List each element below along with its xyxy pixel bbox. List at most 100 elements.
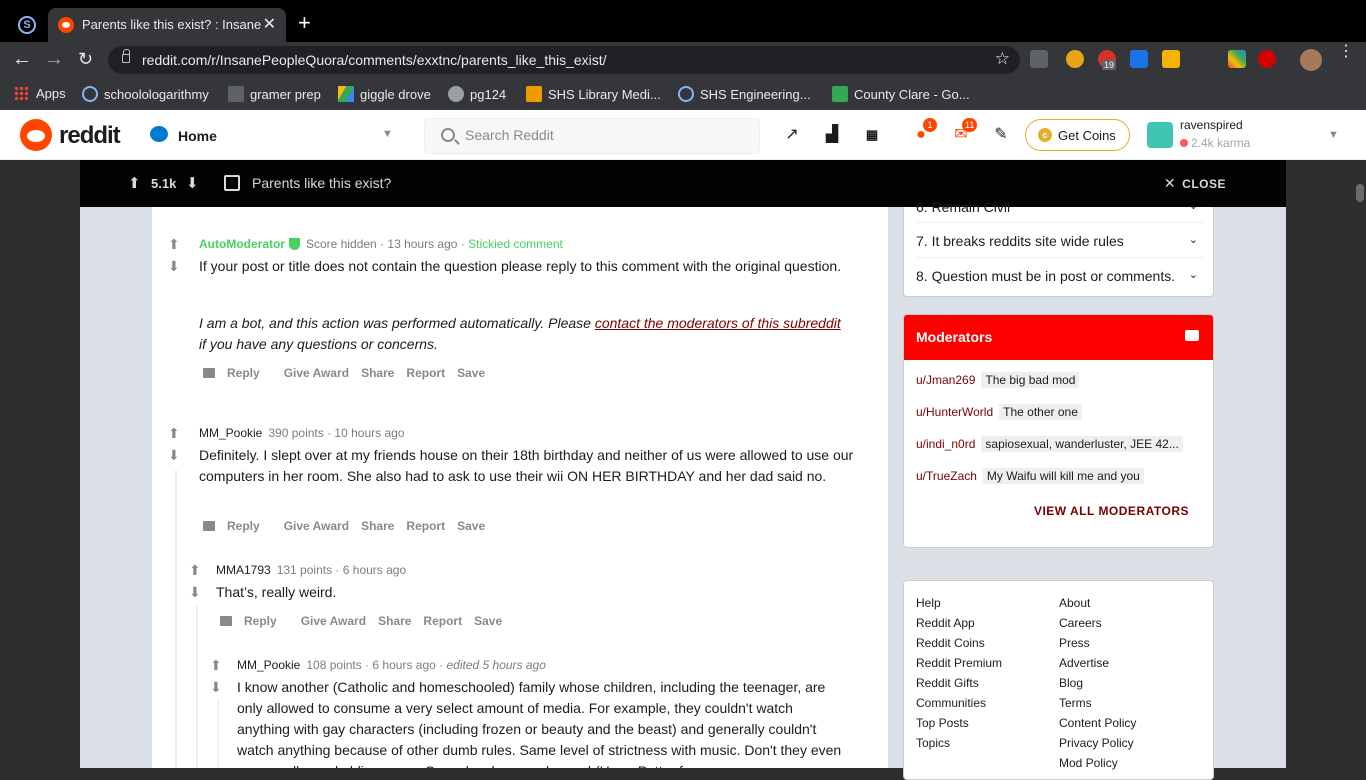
extension-icon[interactable] [1258, 50, 1276, 68]
upvote-arrow-icon[interactable]: ⬆ [168, 237, 180, 251]
rule-item[interactable]: 6. Remain Civil ⌄ [916, 199, 1204, 213]
username[interactable]: ravenspired [1180, 118, 1243, 132]
rule-item[interactable]: 7. It breaks reddits site wide rules ⌄ [916, 233, 1204, 249]
comment-author[interactable]: AutoModerator [199, 237, 285, 251]
bookmark-item[interactable]: County Clare - Go... [832, 86, 970, 102]
downvote-arrow-icon[interactable]: ⬇ [168, 259, 180, 273]
moderator-username[interactable]: u/indi_n0rd [916, 437, 975, 451]
footer-link[interactable]: Communities [916, 696, 986, 710]
reply-button[interactable]: Reply [203, 519, 272, 533]
bookmark-item[interactable]: giggle drove [338, 86, 431, 102]
upvote-arrow-icon[interactable]: ⬆ [168, 426, 180, 440]
bookmark-item[interactable]: SHS Engineering... [678, 86, 811, 102]
extension-icon[interactable] [1162, 50, 1180, 68]
footer-link[interactable]: Top Posts [916, 716, 969, 730]
reply-button[interactable]: Reply [203, 366, 272, 380]
profile-avatar-icon[interactable] [1300, 49, 1322, 71]
user-avatar[interactable] [1147, 122, 1173, 148]
search-box[interactable] [424, 118, 760, 154]
schoology-icon[interactable]: S [18, 16, 36, 34]
extension-icon[interactable] [1228, 50, 1246, 68]
downvote-arrow-icon[interactable]: ⬇ [186, 174, 199, 192]
footer-link[interactable]: Reddit App [916, 616, 975, 630]
comment-author[interactable]: MM_Pookie [237, 658, 300, 672]
bookmark-item[interactable]: schoolologarithmy [82, 86, 209, 102]
comment-author[interactable]: MMA1793 [216, 563, 271, 577]
give-award-button[interactable]: Give Award [301, 614, 366, 628]
report-button[interactable]: Report [406, 519, 445, 533]
extension-icon[interactable] [1130, 50, 1148, 68]
address-bar[interactable]: reddit.com/r/InsanePeopleQuora/comments/… [108, 46, 1020, 74]
extension-icon[interactable] [1066, 50, 1084, 68]
upvote-arrow-icon[interactable]: ⬆ [128, 174, 141, 192]
trending-icon[interactable]: ↗ [781, 124, 803, 146]
message-mods-icon[interactable] [1185, 330, 1199, 341]
save-button[interactable]: Save [457, 366, 485, 380]
search-input[interactable] [465, 127, 745, 143]
rule-item[interactable]: 8. Question must be in post or comments.… [916, 268, 1204, 284]
bookmark-item[interactable]: gramer prep [228, 86, 321, 102]
reddit-logo-icon[interactable] [20, 119, 52, 151]
contact-moderators-link[interactable]: contact the moderators of this subreddit [595, 315, 841, 331]
report-button[interactable]: Report [406, 366, 445, 380]
bookmark-apps[interactable]: Apps [14, 86, 66, 101]
give-award-button[interactable]: Give Award [284, 519, 349, 533]
moderator-username[interactable]: u/TrueZach [916, 469, 977, 483]
footer-link[interactable]: Advertise [1059, 656, 1109, 670]
footer-link[interactable]: Content Policy [1059, 716, 1136, 730]
footer-link[interactable]: About [1059, 596, 1090, 610]
menu-dots-icon[interactable]: ⋮ [1338, 44, 1354, 60]
share-button[interactable]: Share [361, 366, 394, 380]
close-post-button[interactable]: ✕ CLOSE [1164, 175, 1226, 192]
user-menu-chevron-icon[interactable]: ▼ [1328, 129, 1339, 141]
reddit-wordmark[interactable]: reddit [59, 122, 121, 150]
footer-link[interactable]: Reddit Premium [916, 656, 1002, 670]
reload-icon[interactable]: ↻ [78, 49, 93, 69]
reply-button[interactable]: Reply [220, 614, 289, 628]
save-button[interactable]: Save [457, 519, 485, 533]
give-award-button[interactable]: Give Award [284, 366, 349, 380]
footer-link[interactable]: Terms [1059, 696, 1092, 710]
footer-link[interactable]: Privacy Policy [1059, 736, 1134, 750]
leaderboard-icon[interactable]: ▟ [821, 124, 843, 146]
footer-link[interactable]: Topics [916, 736, 950, 750]
downvote-arrow-icon[interactable]: ⬇ [168, 448, 180, 462]
forward-arrow-icon[interactable]: → [44, 49, 64, 69]
upvote-arrow-icon[interactable]: ⬆ [189, 563, 201, 577]
bookmark-item[interactable]: pg124 [448, 86, 506, 102]
thread-line[interactable] [217, 700, 219, 768]
footer-link[interactable]: Reddit Gifts [916, 676, 979, 690]
upvote-arrow-icon[interactable]: ⬆ [210, 658, 222, 672]
url-text[interactable]: reddit.com/r/InsanePeopleQuora/comments/… [142, 52, 607, 68]
downvote-arrow-icon[interactable]: ⬇ [210, 680, 222, 694]
footer-link[interactable]: Help [916, 596, 941, 610]
scrollbar-thumb[interactable] [1356, 184, 1364, 202]
moderator-username[interactable]: u/HunterWorld [916, 405, 993, 419]
footer-link[interactable]: Careers [1059, 616, 1102, 630]
save-button[interactable]: Save [474, 614, 502, 628]
report-button[interactable]: Report [423, 614, 462, 628]
feed-selector-label[interactable]: Home [178, 128, 217, 144]
browser-tab[interactable]: Parents like this exist? : Insane ✕ [48, 8, 286, 42]
bookmark-item[interactable]: SHS Library Medi... [526, 86, 661, 102]
thread-line[interactable] [175, 470, 177, 768]
new-tab-button[interactable]: + [298, 10, 311, 36]
close-tab-icon[interactable]: ✕ [263, 14, 276, 34]
share-button[interactable]: Share [361, 519, 394, 533]
thread-line[interactable] [196, 606, 198, 768]
moderator-username[interactable]: u/Jman269 [916, 373, 975, 387]
chevron-down-icon[interactable]: ▼ [382, 128, 393, 140]
back-arrow-icon[interactable]: ← [12, 49, 32, 69]
footer-link[interactable]: Reddit Coins [916, 636, 985, 650]
extension-icon[interactable] [1030, 50, 1048, 68]
footer-link[interactable]: Blog [1059, 676, 1083, 690]
comment-author[interactable]: MM_Pookie [199, 426, 262, 440]
downvote-arrow-icon[interactable]: ⬇ [189, 585, 201, 599]
bookmark-star-icon[interactable]: ☆ [995, 49, 1010, 69]
share-button[interactable]: Share [378, 614, 411, 628]
get-coins-button[interactable]: c Get Coins [1025, 119, 1130, 151]
footer-link[interactable]: Press [1059, 636, 1090, 650]
view-all-moderators-link[interactable]: VIEW ALL MODERATORS [1034, 504, 1189, 518]
create-post-icon[interactable]: ✎ [990, 124, 1012, 146]
communities-icon[interactable]: ▦ [861, 124, 883, 146]
